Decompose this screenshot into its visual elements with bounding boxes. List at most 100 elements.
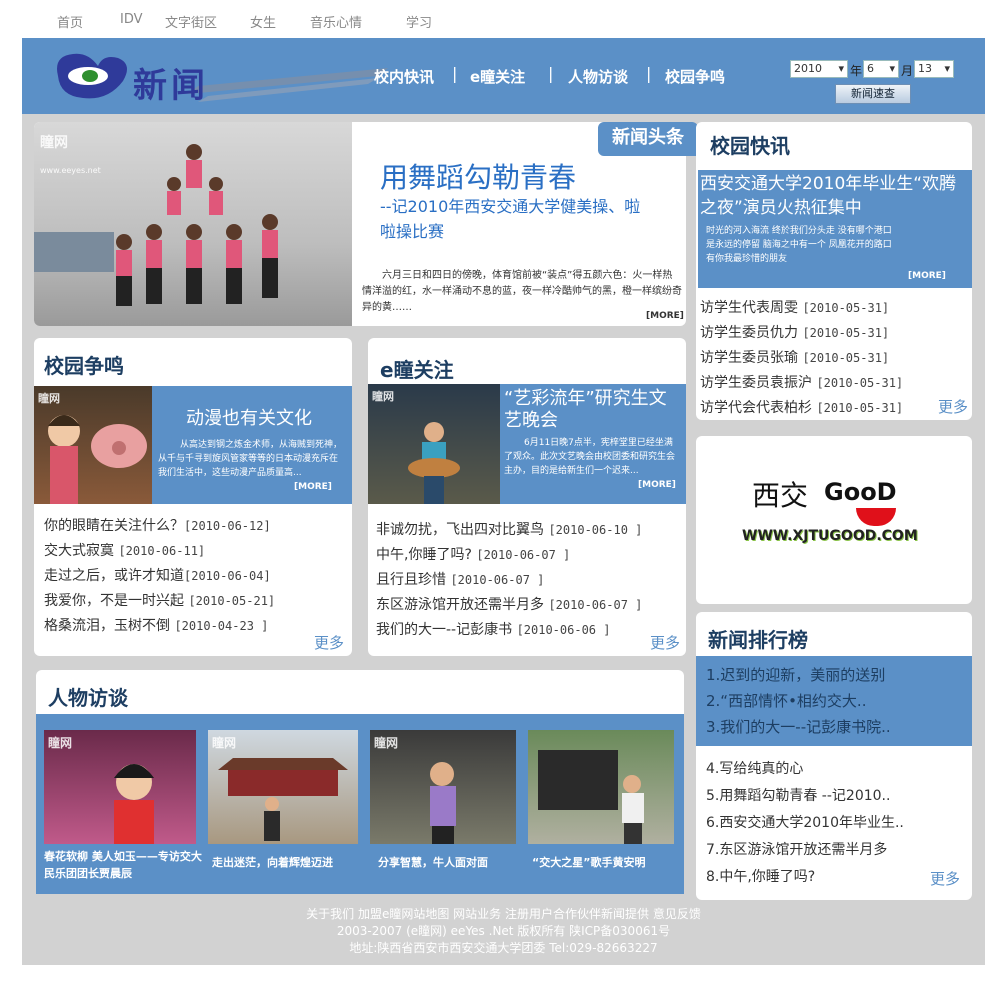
focus-feature-text: 6月11日晚7点半，宪梓堂里已经坐满了观众。此次文艺晚会由校团委和研究生会主办，… bbox=[504, 438, 676, 476]
topnav-girls[interactable]: 女生 bbox=[250, 12, 276, 31]
topnav-idv[interactable]: IDV bbox=[120, 12, 143, 27]
list-item[interactable]: 我们的大一--记彭康书 [2010-06-06 ] bbox=[376, 618, 642, 643]
logo-text: 新闻 bbox=[133, 66, 209, 106]
list-item[interactable]: 你的眼睛在关注什么？[2010-06-12] bbox=[44, 514, 275, 539]
focus-feature: 瞳网 “艺彩流年”研究生文艺晚会 6月11日晚7点半，宪梓堂里已经坐满了观众。此… bbox=[368, 384, 686, 504]
ad-text-secondary: GooD bbox=[824, 478, 897, 506]
ad-text-primary: 西交 bbox=[752, 479, 809, 512]
debate-feature-more[interactable]: [MORE] bbox=[294, 482, 332, 492]
topnav-study[interactable]: 学习 bbox=[406, 12, 432, 31]
ranking-rest-list: 4.写给纯真的心 5.用舞蹈勾勒青春 --记2010.. 6.西安交通大学201… bbox=[706, 756, 904, 891]
list-item[interactable]: 访学生委员袁振沪 [2010-05-31] bbox=[700, 371, 903, 396]
page-wrapper: 新闻 校内快讯 | e瞳关注 | 人物访谈 | 校园争鸣 2010 ▾ 年 6 ▾ … bbox=[22, 38, 985, 965]
list-item[interactable]: 东区游泳馆开放还需半月多 [2010-06-07 ] bbox=[376, 593, 642, 618]
list-item[interactable]: 格桑流泪，玉树不倒 [2010-04-23 ] bbox=[44, 614, 275, 639]
top-nav: 首页 IDV 文字街区 女生 音乐心情 学习 bbox=[0, 0, 1007, 38]
year-select[interactable]: 2010 ▾ bbox=[790, 60, 848, 78]
headline-summary: 六月三日和四日的傍晚，体育馆前被“装点”得五颜六色：火一样热情洋溢的红，水一样涌… bbox=[362, 270, 682, 313]
photo-watermark: 瞳网 bbox=[38, 392, 60, 405]
interviews-title: 人物访谈 bbox=[48, 686, 128, 710]
focus-more-link[interactable]: 更多 bbox=[650, 632, 680, 653]
header-banner: 新闻 校内快讯 | e瞳关注 | 人物访谈 | 校园争鸣 2010 ▾ 年 6 ▾ … bbox=[22, 38, 985, 114]
headline-photo[interactable]: 瞳网 www.eeyes.net bbox=[34, 122, 352, 326]
nav-separator: | bbox=[646, 64, 652, 83]
nav-interviews[interactable]: 人物访谈 bbox=[568, 66, 628, 87]
site-logo[interactable]: 新闻 bbox=[48, 46, 388, 106]
topnav-home[interactable]: 首页 bbox=[57, 12, 83, 31]
list-item[interactable]: 走过之后，或许才知道[2010-06-04] bbox=[44, 564, 275, 589]
campus-feature-more[interactable]: [MORE] bbox=[908, 271, 946, 281]
footer-address: 地址:陕西省西安市西安交通大学团委 Tel:029-82663227 bbox=[349, 941, 658, 955]
ranking-item[interactable]: 1.迟到的迎新，美丽的送别 bbox=[706, 662, 891, 688]
day-select[interactable]: 13 ▾ bbox=[914, 60, 954, 78]
photo-watermark: 瞳网 bbox=[48, 736, 73, 750]
list-item[interactable]: 访学生代表周雯 [2010-05-31] bbox=[700, 296, 903, 321]
debate-photo[interactable]: 瞳网 bbox=[34, 386, 152, 504]
focus-photo[interactable]: 瞳网 bbox=[368, 384, 500, 504]
headline-card: 瞳网 www.eeyes.net 新闻头条 用舞蹈勾勒青春 --记2010年西安… bbox=[34, 122, 698, 326]
list-item[interactable]: 且行且珍惜 [2010-06-07 ] bbox=[376, 568, 642, 593]
campus-news-more-link[interactable]: 更多 bbox=[938, 396, 968, 417]
headline-subtitle[interactable]: --记2010年西安交通大学健美操、啦啦操比赛 bbox=[380, 194, 650, 244]
debate-more-link[interactable]: 更多 bbox=[314, 632, 344, 653]
focus-list: 非诚勿扰，飞出四对比翼鸟 [2010-06-10 ] 中午,你睡了吗? [201… bbox=[376, 518, 642, 643]
chevron-down-icon: ▾ bbox=[889, 62, 895, 75]
interview-photo[interactable]: 瞳网 bbox=[208, 730, 358, 844]
list-item[interactable]: 访学代会代表柏杉 [2010-05-31] bbox=[700, 396, 903, 421]
ranking-item[interactable]: 8.中午,你睡了吗? bbox=[706, 864, 904, 891]
photo-watermark-url: www.eeyes.net bbox=[40, 166, 101, 175]
topnav-text-street[interactable]: 文字街区 bbox=[165, 12, 217, 31]
ranking-more-link[interactable]: 更多 bbox=[930, 868, 960, 889]
nav-campus-news[interactable]: 校内快讯 bbox=[374, 66, 434, 87]
ranking-top-list: 1.迟到的迎新，美丽的送别 2.“西部情怀•相约交大.. 3.我们的大一--记彭… bbox=[696, 656, 972, 746]
debate-feature-title[interactable]: 动漫也有关文化 bbox=[186, 404, 312, 430]
campus-news-feature: 西安交通大学2010年毕业生“欢腾之夜”演员火热征集中 时光的河入海流 终於我们… bbox=[698, 170, 972, 288]
focus-title: e瞳关注 bbox=[380, 358, 454, 382]
campus-news-list: 访学生代表周雯 [2010-05-31] 访学生委员仇力 [2010-05-31… bbox=[700, 296, 903, 421]
interview-caption[interactable]: “交大之星”歌手黄安明 bbox=[532, 854, 645, 870]
ranking-item[interactable]: 5.用舞蹈勾勒青春 --记2010.. bbox=[706, 783, 904, 810]
footer-copyright: 2003-2007 (e瞳网) eeYes .Net 版权所有 陕ICP备030… bbox=[336, 924, 671, 938]
interview-caption[interactable]: 分享智慧，牛人面对面 bbox=[378, 854, 488, 870]
list-item[interactable]: 交大式寂寞 [2010-06-11] bbox=[44, 539, 275, 564]
nav-separator: | bbox=[548, 64, 554, 83]
headline-more-link[interactable]: [MORE] bbox=[646, 311, 684, 321]
ad-banner[interactable]: 西交 GooD WWW.XJTUGOOD.COM bbox=[696, 436, 972, 604]
nav-eyes-focus[interactable]: e瞳关注 bbox=[470, 66, 525, 87]
debate-card: 校园争鸣 瞳网 动漫也有关文化 从高达到钢之炼金术师，从海贼到死神，从千与千寻到… bbox=[34, 338, 352, 656]
interview-photo[interactable] bbox=[528, 730, 674, 844]
focus-card: e瞳关注 瞳网 “艺彩流年”研究生文艺晚会 6月11日晚7点半，宪梓堂里已经坐满… bbox=[368, 338, 686, 656]
focus-feature-title[interactable]: “艺彩流年”研究生文艺晚会 bbox=[504, 388, 682, 432]
month-select[interactable]: 6 ▾ bbox=[863, 60, 899, 78]
eye-logo-icon bbox=[57, 53, 388, 102]
ranking-item[interactable]: 2.“西部情怀•相约交大.. bbox=[706, 688, 891, 714]
campus-feature-title[interactable]: 西安交通大学2010年毕业生“欢腾之夜”演员火热征集中 bbox=[700, 172, 970, 220]
ranking-item[interactable]: 3.我们的大一--记彭康书院.. bbox=[706, 714, 891, 740]
nav-debate[interactable]: 校园争鸣 bbox=[665, 66, 725, 87]
ranking-item[interactable]: 4.写给纯真的心 bbox=[706, 756, 904, 783]
ranking-card: 新闻排行榜 1.迟到的迎新，美丽的送别 2.“西部情怀•相约交大.. 3.我们的… bbox=[696, 612, 972, 900]
ranking-item[interactable]: 7.东区游泳馆开放还需半月多 bbox=[706, 837, 904, 864]
photo-watermark: 瞳网 bbox=[374, 736, 399, 750]
interview-photo[interactable]: 瞳网 bbox=[370, 730, 516, 844]
news-search-button[interactable]: 新闻速查 bbox=[835, 84, 911, 104]
list-item[interactable]: 我爱你，不是一时兴起 [2010-05-21] bbox=[44, 589, 275, 614]
interview-caption[interactable]: 春花软柳 美人如玉——专访交大民乐团团长贾晨辰 bbox=[44, 848, 206, 882]
interviews-header: 人物访谈 bbox=[36, 670, 684, 718]
month-label: 月 bbox=[901, 64, 914, 78]
headline-title[interactable]: 用舞蹈勾勒青春 bbox=[380, 156, 576, 196]
campus-feature-text: 时光的河入海流 终於我们分头走 没有哪个港口 是永远的停留 脑海之中有一个 凤凰… bbox=[706, 226, 892, 264]
list-item[interactable]: 中午,你睡了吗? [2010-06-07 ] bbox=[376, 543, 642, 568]
ranking-item[interactable]: 6.西安交通大学2010年毕业生.. bbox=[706, 810, 904, 837]
topnav-music[interactable]: 音乐心情 bbox=[310, 12, 362, 31]
photo-watermark: 瞳网 bbox=[372, 390, 394, 403]
footer-links[interactable]: 关于我们 加盟e瞳网站地图 网站业务 注册用户合作伙伴新闻提供 意见反馈 bbox=[22, 906, 985, 923]
list-item[interactable]: 访学生委员仇力 [2010-05-31] bbox=[700, 321, 903, 346]
interview-photo[interactable]: 瞳网 bbox=[44, 730, 196, 844]
chevron-down-icon: ▾ bbox=[944, 62, 950, 75]
list-item[interactable]: 非诚勿扰，飞出四对比翼鸟 [2010-06-10 ] bbox=[376, 518, 642, 543]
list-item[interactable]: 访学生委员张瑜 [2010-05-31] bbox=[700, 346, 903, 371]
focus-feature-more[interactable]: [MORE] bbox=[638, 480, 676, 490]
headline-badge: 新闻头条 bbox=[598, 122, 698, 156]
interview-caption[interactable]: 走出迷茫，向着辉煌迈进 bbox=[212, 854, 333, 870]
